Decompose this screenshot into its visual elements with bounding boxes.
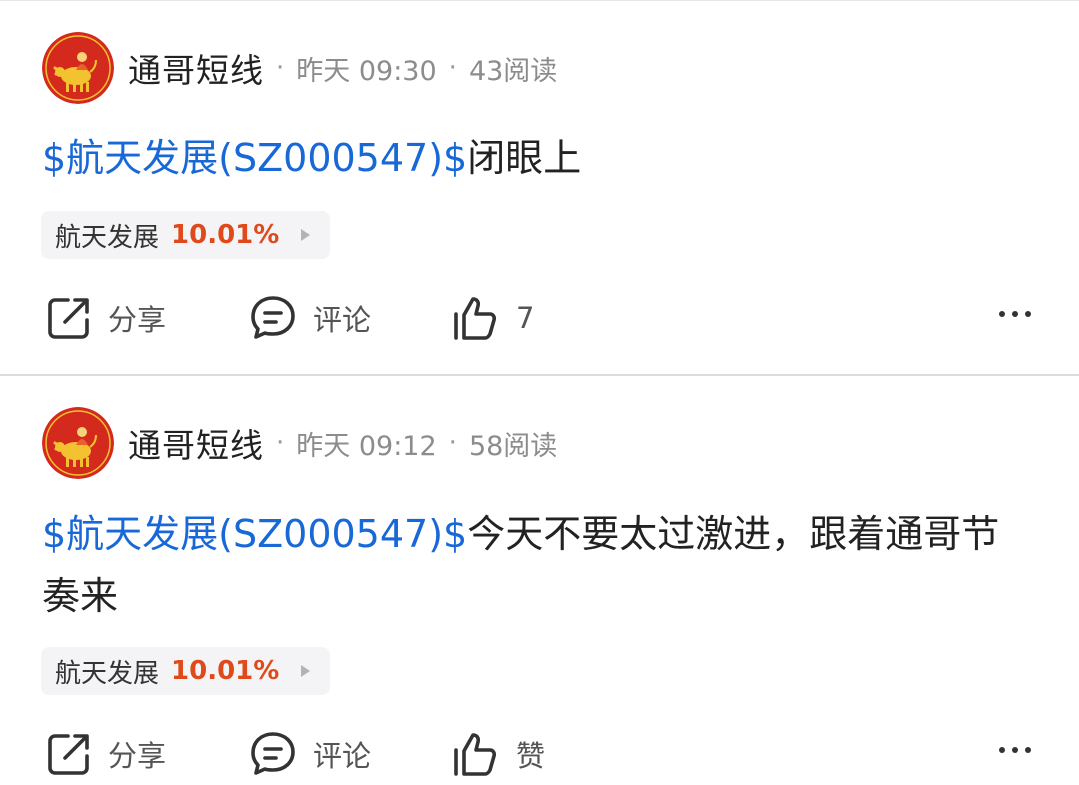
- thumbs-up-icon: [454, 733, 497, 776]
- like-button[interactable]: 赞: [452, 729, 545, 779]
- meta-separator: ·: [276, 53, 285, 83]
- share-icon: [48, 734, 89, 775]
- stock-chip[interactable]: 航天发展 10.01%: [41, 211, 331, 259]
- post-card[interactable]: 通哥短线 · 昨天 09:12 · 58阅读 $航天发展(SZ000547)$今…: [0, 376, 1079, 785]
- post-time: 昨天 09:30: [296, 55, 437, 87]
- stock-link[interactable]: $航天发展(SZ000547)$: [42, 136, 467, 180]
- avatar[interactable]: [42, 32, 114, 104]
- read-count: 58阅读: [468, 430, 558, 462]
- meta-separator: ·: [276, 428, 285, 458]
- more-dots-icon[interactable]: [999, 311, 1031, 317]
- stock-chip-name: 航天发展: [55, 658, 160, 689]
- comment-button[interactable]: 评论: [249, 293, 371, 343]
- comment-label: 评论: [313, 739, 372, 773]
- share-icon: [48, 298, 89, 339]
- meta-separator: ·: [448, 53, 457, 83]
- comment-icon: [251, 296, 295, 339]
- like-button[interactable]: 7: [452, 293, 534, 343]
- stock-chip[interactable]: 航天发展 10.01%: [41, 647, 331, 695]
- author-name[interactable]: 通哥短线: [128, 44, 264, 92]
- stock-chip-change: 10.01%: [171, 656, 280, 686]
- stock-chip-name: 航天发展: [55, 222, 160, 253]
- comment-button[interactable]: 评论: [249, 729, 371, 779]
- share-button[interactable]: 分享: [46, 293, 166, 343]
- comment-label: 评论: [313, 303, 372, 337]
- share-button[interactable]: 分享: [46, 729, 166, 779]
- post-time: 昨天 09:12: [296, 430, 437, 462]
- comment-icon: [251, 732, 295, 775]
- more-dots-icon[interactable]: [999, 747, 1031, 753]
- avatar[interactable]: [42, 407, 114, 479]
- author-row: 通哥短线 · 昨天 09:12 · 58阅读: [42, 407, 557, 479]
- author-name[interactable]: 通哥短线: [128, 419, 264, 467]
- post-body: 闭眼上: [467, 136, 582, 180]
- like-label: 赞: [516, 739, 546, 773]
- post-text: $航天发展(SZ000547)$闭眼上: [42, 127, 1032, 189]
- action-bar: 分享 评论 赞: [0, 729, 1079, 779]
- post-card[interactable]: 通哥短线 · 昨天 09:30 · 43阅读 $航天发展(SZ000547)$闭…: [0, 0, 1079, 374]
- chevron-right-icon: [301, 229, 311, 241]
- share-label: 分享: [108, 739, 167, 773]
- thumbs-up-icon: [454, 297, 497, 340]
- read-count: 43阅读: [468, 55, 558, 87]
- share-label: 分享: [108, 303, 167, 337]
- like-label: 7: [516, 301, 535, 335]
- stock-link[interactable]: $航天发展(SZ000547)$: [42, 512, 467, 556]
- chevron-right-icon: [301, 665, 311, 677]
- stock-chip-change: 10.01%: [171, 220, 280, 250]
- post-text: $航天发展(SZ000547)$今天不要太过激进，跟着通哥节奏来: [42, 503, 1032, 627]
- meta-separator: ·: [448, 428, 457, 458]
- action-bar: 分享 评论 7: [0, 293, 1079, 343]
- author-row: 通哥短线 · 昨天 09:30 · 43阅读: [42, 32, 557, 104]
